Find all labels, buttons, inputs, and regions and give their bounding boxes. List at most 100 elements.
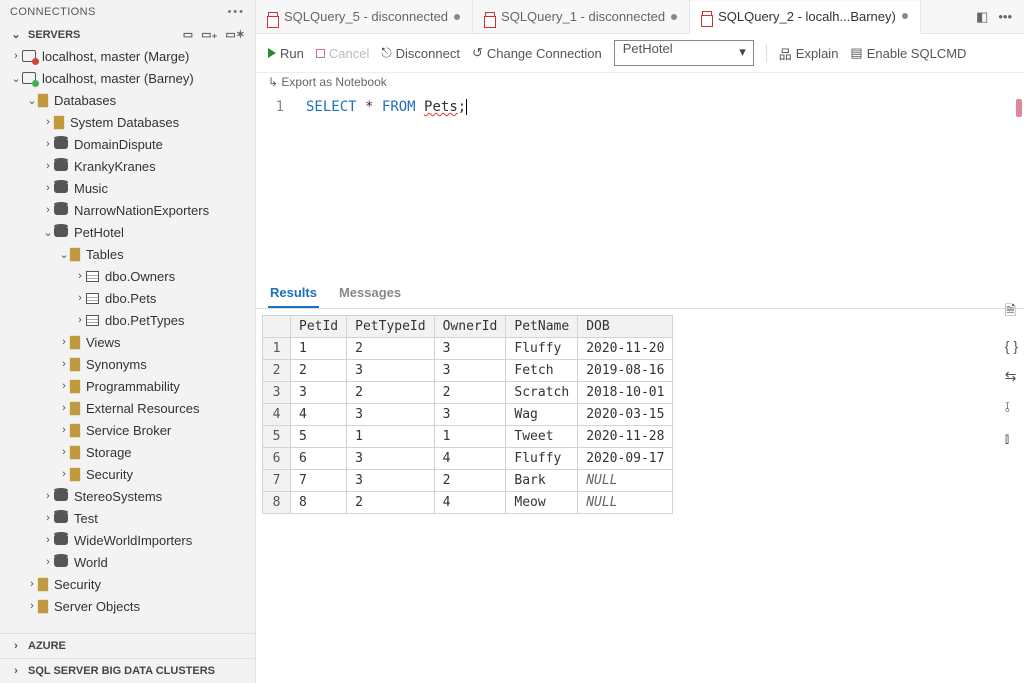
explain-button[interactable]: 品Explain (779, 44, 839, 63)
grid-cell[interactable]: 4 (434, 492, 506, 514)
db-node-system[interactable]: › ▇ System Databases (0, 111, 255, 133)
grid-cell[interactable]: 3 (347, 448, 434, 470)
folder-external[interactable]: ›▇External Resources (0, 397, 255, 419)
tab-sqlquery5[interactable]: SQLQuery_5 - disconnected (256, 0, 473, 33)
table-row[interactable]: 2233Fetch2019-08-16 (263, 360, 673, 382)
grid-cell[interactable]: Meow (506, 492, 578, 514)
table-row[interactable]: 1123Fluffy2020-11-20 (263, 338, 673, 360)
server-node-barney[interactable]: ⌄ localhost, master (Barney) (0, 67, 255, 89)
table-node-pets[interactable]: › dbo.Pets (0, 287, 255, 309)
grid-cell[interactable]: 2020-11-20 (578, 338, 673, 360)
bigdata-section[interactable]: › SQL SERVER BIG DATA CLUSTERS (0, 658, 255, 683)
save-excel-icon[interactable]: ⇆ (1005, 368, 1018, 385)
table-row[interactable]: 5511Tweet2020-11-28 (263, 426, 673, 448)
change-connection-button[interactable]: ↺Change Connection (472, 45, 602, 61)
grid-cell[interactable]: 3 (347, 470, 434, 492)
tab-sqlquery1[interactable]: SQLQuery_1 - disconnected (473, 0, 690, 33)
rownum-cell[interactable]: 5 (263, 426, 291, 448)
db-node-stereosystems[interactable]: ›StereoSystems (0, 485, 255, 507)
table-row[interactable]: 3322Scratch2018-10-01 (263, 382, 673, 404)
table-node-owners[interactable]: › dbo.Owners (0, 265, 255, 287)
grid-cell[interactable]: Fluffy (506, 448, 578, 470)
grid-cell[interactable]: 8 (291, 492, 347, 514)
grid-cell[interactable]: 4 (291, 404, 347, 426)
grid-cell[interactable]: 2020-11-28 (578, 426, 673, 448)
table-row[interactable]: 8824MeowNULL (263, 492, 673, 514)
db-node-krankykranes[interactable]: › KrankyKranes (0, 155, 255, 177)
save-json-icon[interactable]: { } (1005, 338, 1018, 354)
db-node-test[interactable]: ›Test (0, 507, 255, 529)
grid-cell[interactable]: 2 (434, 470, 506, 492)
folder-servicebroker[interactable]: ›▇Service Broker (0, 419, 255, 441)
rownum-cell[interactable]: 4 (263, 404, 291, 426)
folder-synonyms[interactable]: ›▇Synonyms (0, 353, 255, 375)
db-node-narrownation[interactable]: › NarrowNationExporters (0, 199, 255, 221)
grid-cell[interactable]: 2 (434, 382, 506, 404)
grid-cell[interactable]: NULL (578, 492, 673, 514)
col-petname[interactable]: PetName (506, 316, 578, 338)
cancel-button[interactable]: Cancel (316, 46, 369, 61)
enable-sqlcmd-button[interactable]: ▤Enable SQLCMD (850, 45, 966, 61)
rownum-cell[interactable]: 1 (263, 338, 291, 360)
col-petid[interactable]: PetId (291, 316, 347, 338)
grid-cell[interactable]: 1 (291, 338, 347, 360)
azure-section[interactable]: › AZURE (0, 633, 255, 658)
grid-cell[interactable]: 3 (434, 338, 506, 360)
grid-cell[interactable]: NULL (578, 470, 673, 492)
col-pettypeid[interactable]: PetTypeId (347, 316, 434, 338)
results-tab[interactable]: Results (268, 279, 319, 308)
folder-security-db[interactable]: ›▇Security (0, 463, 255, 485)
new-group-icon[interactable]: ▭₊ (201, 28, 217, 41)
code-area[interactable]: SELECT * FROM Pets; (296, 95, 467, 275)
server-folder-security[interactable]: ›▇Security (0, 573, 255, 595)
tab-sqlquery2[interactable]: SQLQuery_2 - localh...Barney) (690, 1, 921, 34)
disconnect-button[interactable]: ⎋Disconnect (381, 45, 460, 61)
grid-cell[interactable]: 3 (291, 382, 347, 404)
grid-cell[interactable]: Wag (506, 404, 578, 426)
run-button[interactable]: Run (268, 46, 304, 61)
grid-cell[interactable]: Bark (506, 470, 578, 492)
grid-cell[interactable]: 1 (347, 426, 434, 448)
folder-programmability[interactable]: ›▇Programmability (0, 375, 255, 397)
connections-more-icon[interactable]: ••• (227, 6, 245, 18)
grid-cell[interactable]: 3 (434, 360, 506, 382)
col-dob[interactable]: DOB (578, 316, 673, 338)
grid-cell[interactable]: 7 (291, 470, 347, 492)
grid-cell[interactable]: Fluffy (506, 338, 578, 360)
grid-cell[interactable]: 3 (347, 360, 434, 382)
databases-node[interactable]: ⌄ ▇ Databases (0, 89, 255, 111)
grid-cell[interactable]: Scratch (506, 382, 578, 404)
table-row[interactable]: 4433Wag2020-03-15 (263, 404, 673, 426)
sql-editor[interactable]: 1 SELECT * FROM Pets; (256, 95, 1024, 275)
database-select[interactable]: PetHotel (614, 40, 754, 66)
grid-cell[interactable]: 2018-10-01 (578, 382, 673, 404)
grid-cell[interactable]: 2 (347, 492, 434, 514)
servers-section-header[interactable]: ⌄ SERVERS ▭ ▭₊ ▭✶ (0, 24, 255, 45)
folder-storage[interactable]: ›▇Storage (0, 441, 255, 463)
rownum-cell[interactable]: 7 (263, 470, 291, 492)
visualizer-icon[interactable]: ⫾ (1005, 430, 1018, 447)
new-connection-icon[interactable]: ▭ (183, 28, 193, 41)
rownum-cell[interactable]: 6 (263, 448, 291, 470)
grid-cell[interactable]: 2020-09-17 (578, 448, 673, 470)
chart-icon[interactable]: ⫱ (1005, 399, 1018, 416)
col-ownerid[interactable]: OwnerId (434, 316, 506, 338)
tables-node[interactable]: ⌄ ▇ Tables (0, 243, 255, 265)
table-row[interactable]: 6634Fluffy2020-09-17 (263, 448, 673, 470)
messages-tab[interactable]: Messages (337, 279, 403, 308)
grid-cell[interactable]: 1 (434, 426, 506, 448)
table-node-pettypes[interactable]: › dbo.PetTypes (0, 309, 255, 331)
grid-cell[interactable]: 3 (347, 404, 434, 426)
db-node-music[interactable]: › Music (0, 177, 255, 199)
grid-cell[interactable]: Tweet (506, 426, 578, 448)
db-node-domaindispute[interactable]: › DomainDispute (0, 133, 255, 155)
db-node-pethotel[interactable]: ⌄ PetHotel (0, 221, 255, 243)
rownum-cell[interactable]: 2 (263, 360, 291, 382)
more-actions-icon[interactable]: ••• (998, 9, 1012, 25)
rownum-cell[interactable]: 3 (263, 382, 291, 404)
grid-cell[interactable]: 5 (291, 426, 347, 448)
grid-cell[interactable]: 2 (347, 338, 434, 360)
grid-cell[interactable]: 2 (347, 382, 434, 404)
rownum-cell[interactable]: 8 (263, 492, 291, 514)
db-node-wideworld[interactable]: ›WideWorldImporters (0, 529, 255, 551)
